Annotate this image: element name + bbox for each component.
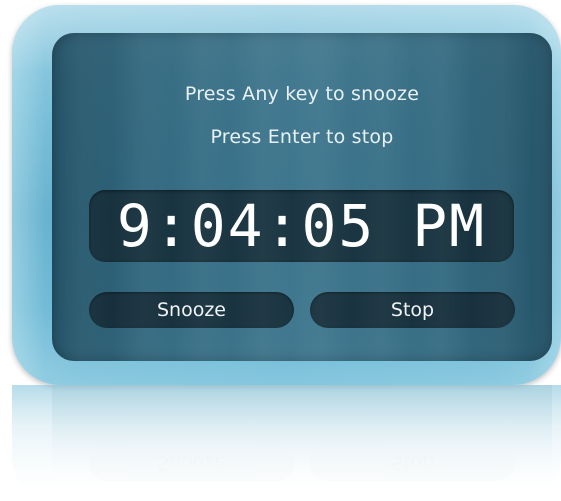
clock-display: 9:04:05 PM bbox=[89, 190, 514, 262]
reflection-panel bbox=[52, 385, 552, 475]
stop-button-reflection: Stop bbox=[310, 445, 515, 481]
reflection-gradient: Snooze Stop bbox=[12, 385, 561, 501]
stop-button[interactable]: Stop bbox=[310, 292, 515, 328]
alarm-card: Press Any key to snooze Press Enter to s… bbox=[12, 5, 561, 385]
current-time: 9:04:05 PM bbox=[116, 192, 487, 260]
alarm-window: Press Any key to snooze Press Enter to s… bbox=[0, 0, 561, 501]
card-reflection: Snooze Stop bbox=[12, 385, 561, 501]
alarm-panel: Press Any key to snooze Press Enter to s… bbox=[52, 33, 552, 361]
snooze-button-reflection: Snooze bbox=[89, 445, 294, 481]
stop-instruction: Press Enter to stop bbox=[210, 126, 394, 148]
snooze-button[interactable]: Snooze bbox=[89, 292, 294, 328]
snooze-instruction: Press Any key to snooze bbox=[184, 83, 420, 105]
